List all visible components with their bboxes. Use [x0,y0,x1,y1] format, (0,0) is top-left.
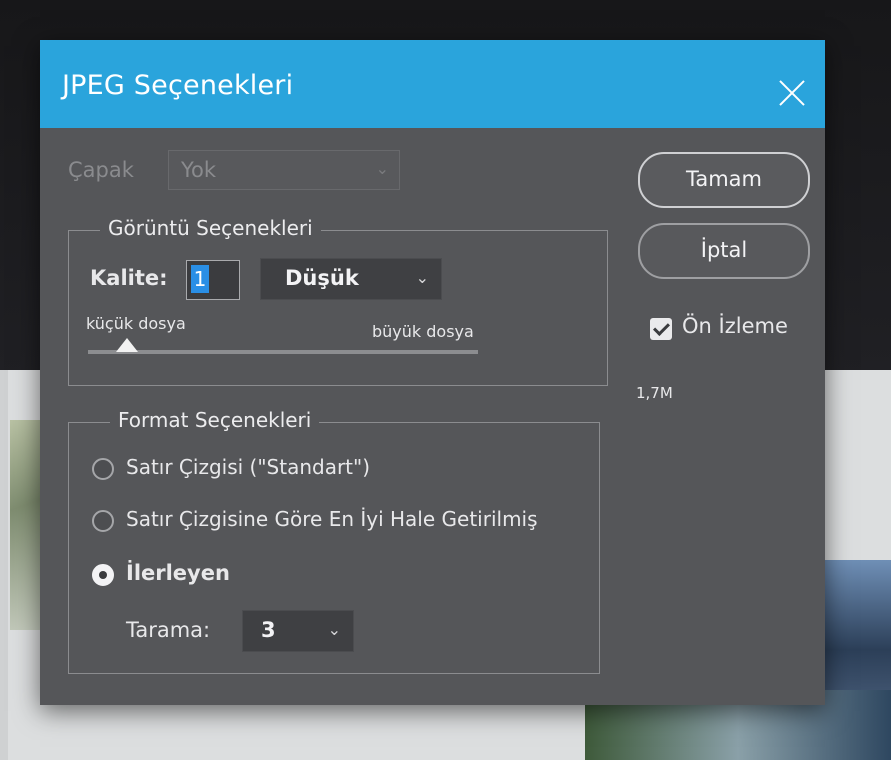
quality-label: Kalite: [90,266,168,290]
jpeg-options-dialog: JPEG Seçenekleri Çapak Yok ⌄ Görüntü Seç… [40,40,825,705]
quality-input[interactable]: 1 [186,260,240,300]
quality-value: 1 [191,265,209,293]
cancel-button[interactable]: İptal [638,223,810,279]
preview-checkbox[interactable] [650,318,672,340]
scans-value: 3 [261,618,276,642]
radio-progressive[interactable] [92,564,114,586]
image-options-legend: Görüntü Seçenekleri [100,216,321,240]
close-icon[interactable] [777,78,807,108]
quality-preset-select[interactable]: Düşük ⌄ [260,258,442,300]
matte-select[interactable]: Yok ⌄ [168,150,400,190]
chevron-down-icon: ⌄ [375,159,389,178]
radio-baseline-standard[interactable] [92,458,114,480]
dialog-title: JPEG Seçenekleri [62,70,294,101]
option-progressive-label: İlerleyen [126,561,230,585]
ok-button[interactable]: Tamam [638,152,810,208]
quality-slider-thumb[interactable] [116,338,138,352]
slider-max-label: büyük dosya [372,322,474,341]
slider-min-label: küçük dosya [86,314,186,333]
chevron-down-icon: ⌄ [415,268,429,287]
format-options-legend: Format Seçenekleri [110,408,320,432]
image-options-group [68,230,608,386]
option-baseline-standard-label: Satır Çizgisi ("Standart") [126,455,371,479]
chevron-down-icon: ⌄ [327,620,341,639]
file-size: 1,7M [636,384,673,402]
quality-preset-value: Düşük [285,266,359,290]
matte-label: Çapak [68,158,134,182]
scans-select[interactable]: 3 ⌄ [242,610,354,652]
background-strip [0,370,8,760]
matte-value: Yok [181,158,217,182]
scans-label: Tarama: [126,618,211,642]
dialog-titlebar: JPEG Seçenekleri [40,40,825,128]
option-baseline-optimized-label: Satır Çizgisine Göre En İyi Hale Getiril… [126,507,538,531]
radio-baseline-optimized[interactable] [92,510,114,532]
quality-slider-track[interactable] [88,350,478,354]
preview-label: Ön İzleme [682,314,788,338]
